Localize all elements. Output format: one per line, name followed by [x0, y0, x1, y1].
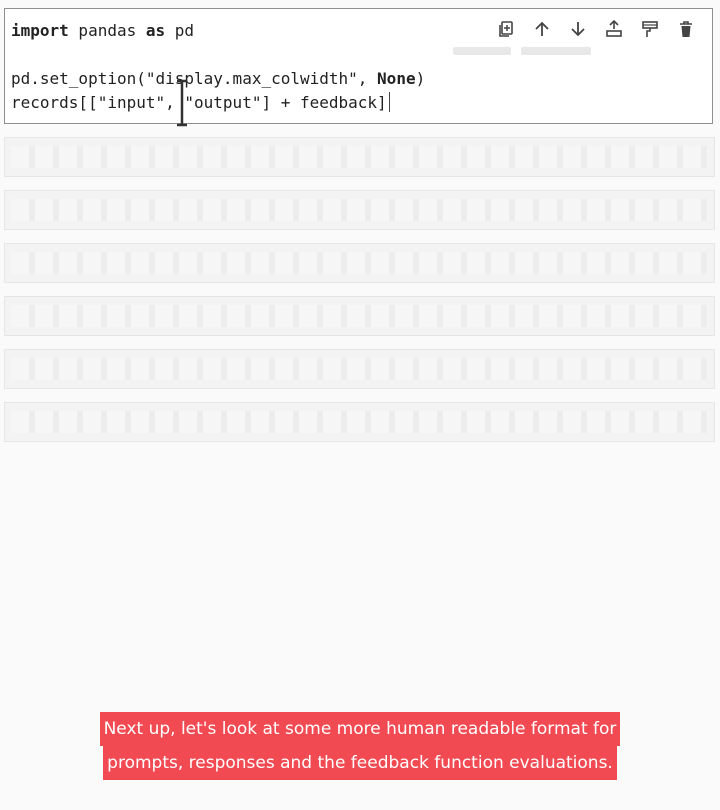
code-cell[interactable]: import pandas as pd pd.set_option("displa…: [4, 8, 713, 127]
move-down-icon: [571, 22, 585, 37]
keyword-none: None: [377, 69, 416, 88]
code-text: pd: [165, 21, 195, 40]
move-up-icon: [535, 21, 549, 36]
text-caret: [388, 92, 390, 112]
output-placeholder: [4, 190, 715, 230]
move-down-button[interactable]: [560, 15, 596, 43]
insert-below-icon: [606, 20, 622, 37]
output-placeholder: [4, 296, 715, 336]
subtitle-caption: Next up, let's look at some more human r…: [0, 712, 720, 780]
format-cell-button[interactable]: [632, 15, 668, 43]
code-line-3: pd.set_option("display.max_colwidth", No…: [11, 67, 425, 91]
format-cell-icon: [642, 21, 658, 37]
caption-line-1: Next up, let's look at some more human r…: [99, 712, 621, 746]
output-placeholder: [4, 349, 715, 389]
output-placeholder: [4, 243, 715, 283]
delete-cell-icon: [680, 21, 692, 37]
faded-text: [453, 47, 511, 55]
insert-below-button[interactable]: [596, 15, 632, 43]
duplicate-cell-icon: [499, 21, 513, 37]
move-up-button[interactable]: [524, 15, 560, 43]
duplicate-cell-button[interactable]: [488, 15, 524, 43]
code-text: records[["input", "output"] + feedback]: [11, 93, 387, 112]
code-text: pandas: [68, 21, 146, 40]
output-placeholder: [4, 137, 715, 177]
caption-line-2: prompts, responses and the feedback func…: [103, 746, 617, 780]
code-line-4: records[["input", "output"] + feedback]: [11, 91, 425, 115]
code-text: ): [415, 69, 426, 88]
cell-toolbar: [488, 15, 704, 43]
code-line-1: import pandas as pd: [11, 19, 425, 43]
keyword-import: import: [11, 21, 69, 40]
text-cursor-icon: [177, 79, 187, 127]
keyword-as: as: [145, 21, 166, 40]
code-editor[interactable]: import pandas as pd pd.set_option("displa…: [11, 19, 425, 115]
output-placeholder: [4, 402, 715, 442]
code-text: pd.set_option("display.max_colwidth",: [11, 69, 378, 88]
faded-text: [521, 47, 591, 55]
delete-cell-button[interactable]: [668, 15, 704, 43]
